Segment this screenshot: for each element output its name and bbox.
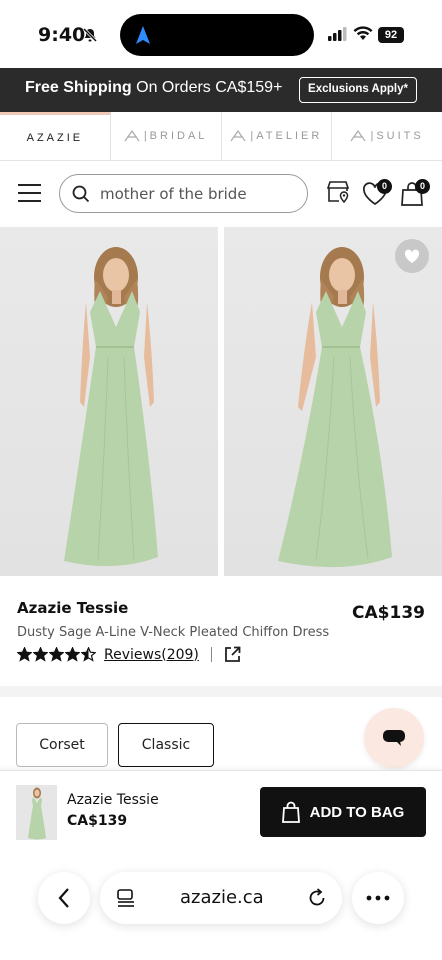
url-text: azazie.ca: [180, 887, 264, 908]
browser-back-button[interactable]: [38, 872, 90, 924]
search-icon: [72, 185, 90, 203]
tab-suits-label: |SUITS: [370, 130, 424, 142]
chevron-left-icon: [58, 888, 69, 908]
tab-atelier-label: |ATELIER: [250, 130, 323, 142]
add-to-wishlist-button[interactable]: [395, 239, 429, 273]
divider: [210, 647, 212, 662]
tab-bridal[interactable]: |BRIDAL: [111, 112, 222, 160]
tab-bridal-label: |BRIDAL: [143, 130, 208, 142]
sticky-product-name: Azazie Tessie: [67, 792, 159, 808]
product-gallery[interactable]: [0, 227, 442, 576]
style-option-corset[interactable]: Corset: [16, 723, 108, 767]
battery-indicator: 92: [378, 27, 404, 43]
product-price: CA$139: [352, 603, 425, 623]
status-bar: 9:40 92: [0, 0, 442, 68]
exclusions-apply-button[interactable]: Exclusions Apply*: [299, 77, 417, 103]
dynamic-island: [120, 14, 314, 56]
star-icon: [17, 647, 32, 662]
promo-text: Free Shipping On Orders CA$159+: [25, 79, 282, 97]
chat-button[interactable]: [364, 708, 424, 768]
browser-toolbar: azazie.ca: [0, 852, 442, 960]
signal-icon: [328, 27, 347, 41]
address-bar[interactable]: azazie.ca: [100, 872, 342, 924]
sticky-product-price: CA$139: [67, 813, 128, 829]
promo-bold-text: Free Shipping: [25, 79, 132, 96]
model-in-dress-image: [278, 247, 392, 568]
star-icon: [33, 647, 48, 662]
star-rating: [17, 647, 96, 662]
browser-more-button[interactable]: [352, 872, 404, 924]
hamburger-menu-icon[interactable]: [18, 183, 42, 203]
search-box[interactable]: [59, 174, 308, 213]
azazie-logo-mark-icon: [230, 130, 246, 142]
product-info: Azazie Tessie CA$139 Dusty Sage A-Line V…: [0, 576, 442, 686]
product-photo-front[interactable]: [0, 227, 218, 576]
store-locator-icon[interactable]: [325, 179, 351, 205]
model-in-dress-image: [28, 787, 46, 840]
product-thumbnail: [16, 785, 57, 840]
wifi-icon: [353, 26, 373, 40]
status-time: 9:40: [38, 24, 86, 46]
navigation-arrow-icon: [136, 26, 150, 44]
shopping-bag-icon: [281, 801, 300, 823]
heart-icon: [404, 249, 420, 263]
product-description: Dusty Sage A-Line V-Neck Pleated Chiffon…: [17, 625, 330, 640]
tab-suits[interactable]: |SUITS: [332, 112, 442, 160]
style-option-classic[interactable]: Classic: [118, 723, 214, 767]
wishlist-count-badge: 0: [377, 179, 392, 194]
add-to-bag-label: ADD TO BAG: [309, 803, 405, 821]
share-icon[interactable]: [224, 646, 241, 663]
rating-row: Reviews(209): [17, 646, 241, 663]
more-dots-icon: [366, 895, 390, 901]
reload-icon[interactable]: [306, 887, 328, 909]
star-icon: [49, 647, 64, 662]
product-photo-side[interactable]: [224, 227, 442, 576]
reviews-link[interactable]: Reviews(209): [104, 647, 199, 663]
promo-banner: Free Shipping On Orders CA$159+ Exclusio…: [0, 68, 442, 112]
promo-rest-text: On Orders CA$159+: [131, 79, 283, 96]
chat-bubble-icon: [383, 730, 405, 746]
azazie-logo-mark-icon: [124, 130, 140, 142]
star-icon: [65, 647, 80, 662]
add-to-bag-button[interactable]: ADD TO BAG: [260, 787, 426, 837]
section-separator: [0, 686, 442, 697]
product-name: Azazie Tessie: [17, 599, 129, 617]
star-icon: [81, 647, 96, 662]
azazie-logo-mark-icon: [350, 130, 366, 142]
tab-azazie[interactable]: AZAZIE: [0, 112, 111, 160]
bell-muted-icon: [82, 27, 98, 43]
sticky-add-to-bag-bar: Azazie Tessie CA$139 ADD TO BAG: [0, 770, 442, 852]
search-header: 0 0: [0, 161, 442, 227]
tab-azazie-label: AZAZIE: [26, 131, 84, 144]
cart-count-badge: 0: [415, 179, 430, 194]
brand-tabs: AZAZIE |BRIDAL |ATELIER |SUITS: [0, 112, 442, 161]
search-input[interactable]: [100, 183, 300, 205]
model-in-dress-image: [64, 247, 158, 567]
tab-atelier[interactable]: |ATELIER: [222, 112, 333, 160]
page-menu-icon[interactable]: [116, 888, 136, 908]
